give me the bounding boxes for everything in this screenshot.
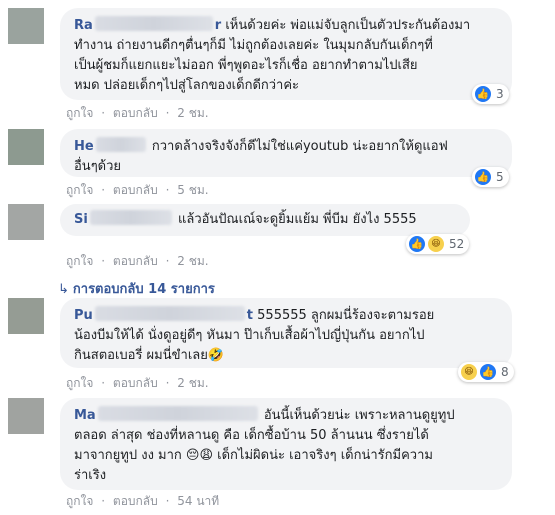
comment-bubble: Pu t 555555 ลูกผมนี่ร้องจะตามรอย น้องบีมใ… [60, 298, 512, 368]
reaction-summary[interactable]: 😆 👍 8 [458, 362, 514, 382]
comment-text-line: กวาดล้างจริงจังก็ดีไม่ใช่แค่youtub น่ะอย… [151, 139, 448, 154]
comment-text-line: อื่นๆด้วย [74, 159, 122, 174]
reaction-count: 3 [496, 87, 504, 101]
comment-text-line: แล้วอันปัณเณ์จะดูยิ้มแย้ม พี่บีม ยังไง 5… [177, 212, 417, 227]
timestamp[interactable]: 5 ชม. [177, 183, 208, 197]
reaction-summary[interactable]: 👍 3 [472, 84, 509, 104]
comment-text-line: มาจากยูทูป งง มาก 😔😩 เด็กไม่ผิดน่ะ เอาจร… [74, 448, 433, 463]
avatar[interactable] [8, 8, 44, 44]
author-name[interactable]: Ra r [74, 16, 221, 33]
reaction-count: 8 [501, 365, 509, 379]
like-link[interactable]: ถูกใจ [66, 376, 93, 390]
author-name[interactable]: Si [74, 210, 174, 227]
like-link[interactable]: ถูกใจ [66, 494, 93, 508]
like-reaction-icon: 👍 [408, 235, 426, 253]
reply-link[interactable]: ตอบกลับ [113, 376, 158, 390]
author-name[interactable]: He [74, 137, 148, 154]
comment-text-line: อันนี้เห็นด้วยน่ะ เพราะหลานดูยูทูป [263, 408, 455, 423]
comment-actions: ถูกใจ · ตอบกลับ · 2 ชม. [66, 106, 209, 120]
reaction-summary[interactable]: 👍 😆 52 [406, 234, 470, 254]
comment-text-line: กินสตอเบอรี่ ผมนี่ขำเลย🤣 [74, 348, 225, 363]
avatar[interactable] [8, 398, 44, 434]
like-link[interactable]: ถูกใจ [66, 183, 93, 197]
comment-text-line: ทำงาน ถ่ายงานดีกๆตื่นๆก็มี ไม่ถูกต้องเลย… [74, 38, 433, 53]
reply-link[interactable]: ตอบกลับ [113, 494, 158, 508]
comment-text-line: เห็นด้วยค่ะ พ่อแม่จับลูกเป็นตัวประกันต้อ… [225, 18, 471, 33]
timestamp[interactable]: 2 ชม. [177, 376, 208, 390]
comment-text-line: หมด ปล่อยเด็กๆไปสู่โลกของเด็กดีกว่าค่ะ [74, 78, 300, 93]
comment-text-line: 555555 ลูกผมนี่ร้องจะตามรอย [257, 308, 435, 323]
comment-bubble: Si แล้วอันปัณเณ์จะดูยิ้มแย้ม พี่บีม ยังไ… [60, 204, 470, 236]
reply-link[interactable]: ตอบกลับ [113, 254, 158, 268]
comment-text-line: เป็นผู้ชมก็แยกแยะไม่ออก พี่ๆพูดอะไรก็เชื… [74, 58, 418, 73]
like-reaction-icon: 👍 [474, 168, 492, 186]
comment-actions: ถูกใจ · ตอบกลับ · 2 ชม. [66, 254, 209, 268]
haha-reaction-icon: 😆 [427, 235, 445, 253]
reaction-summary[interactable]: 👍 5 [472, 167, 509, 187]
avatar[interactable] [8, 204, 44, 240]
view-replies-link[interactable]: ↳ การตอบกลับ 14 รายการ [58, 278, 215, 299]
comment-actions: ถูกใจ · ตอบกลับ · 2 ชม. [66, 376, 209, 390]
haha-reaction-icon: 😆 [460, 363, 478, 381]
reaction-count: 5 [496, 170, 504, 184]
reply-link[interactable]: ตอบกลับ [113, 106, 158, 120]
author-name[interactable]: Ma [74, 406, 260, 423]
timestamp[interactable]: 2 ชม. [177, 106, 208, 120]
comment-actions: ถูกใจ · ตอบกลับ · 54 นาที [66, 494, 220, 508]
comment-actions: ถูกใจ · ตอบกลับ · 5 ชม. [66, 183, 209, 197]
comment-text-line: น้องบีมให้ได้ นั่งดูอยู่ดีๆ หันมา ป๊าเก็… [74, 328, 425, 343]
avatar[interactable] [8, 298, 44, 334]
reply-arrow-icon: ↳ [58, 282, 69, 297]
like-reaction-icon: 👍 [479, 363, 497, 381]
reaction-count: 52 [449, 237, 465, 251]
comment-text-line: ร่าเริง [74, 468, 107, 483]
comment-bubble: Ra r เห็นด้วยค่ะ พ่อแม่จับลูกเป็นตัวประกั… [60, 8, 512, 100]
avatar[interactable] [8, 129, 44, 165]
timestamp[interactable]: 54 นาที [177, 494, 219, 508]
like-link[interactable]: ถูกใจ [66, 254, 93, 268]
like-link[interactable]: ถูกใจ [66, 106, 93, 120]
comment-text-line: ตลอด ล่าสุด ช่องที่หลานดู คือ เด็กซื้อบ้… [74, 428, 429, 443]
reply-link[interactable]: ตอบกลับ [113, 183, 158, 197]
like-reaction-icon: 👍 [474, 85, 492, 103]
timestamp[interactable]: 2 ชม. [177, 254, 208, 268]
comment-bubble: Ma อันนี้เห็นด้วยน่ะ เพราะหลานดูยูทูป ตล… [60, 398, 512, 490]
comment-bubble: He กวาดล้างจริงจังก็ดีไม่ใช่แค่youtub น่… [60, 129, 512, 177]
author-name[interactable]: Pu t [74, 306, 253, 323]
